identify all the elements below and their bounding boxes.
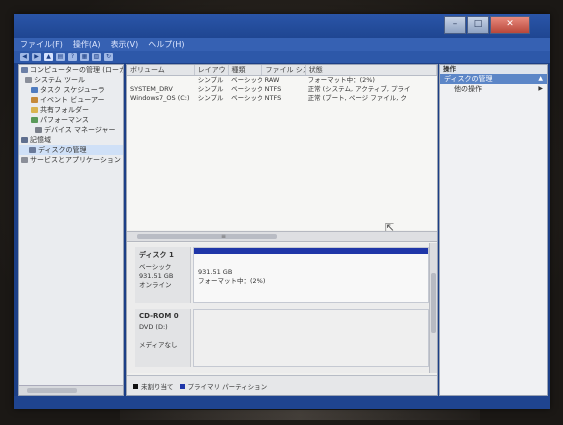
services-icon <box>21 157 28 163</box>
chart-icon <box>31 117 38 123</box>
tree-item-shared-folders[interactable]: 共有フォルダー <box>19 105 123 115</box>
disk-vertical-scrollbar[interactable] <box>429 243 437 373</box>
minimize-icon[interactable]: – <box>444 16 466 34</box>
menu-view[interactable]: 表示(V) <box>111 39 139 50</box>
legend-primary-partition: プライマリ パーティション <box>179 381 267 391</box>
back-icon[interactable]: ◀ <box>20 53 29 61</box>
volume-horizontal-scrollbar[interactable]: ≡ <box>127 231 437 242</box>
disk-graphical-view: ディスク 1 ベーシック 931.51 GB オンライン 931.51 GB フ… <box>127 243 437 373</box>
tools-icon <box>25 77 32 83</box>
scrollbar-thumb[interactable] <box>137 234 277 239</box>
primary-swatch-icon <box>179 383 185 389</box>
column-volume[interactable]: ボリューム <box>127 65 195 75</box>
menu-bar: ファイル(F) 操作(A) 表示(V) ヘルプ(H) <box>14 38 550 51</box>
tree-item-performance[interactable]: パフォーマンス <box>19 115 123 125</box>
table-row[interactable]: Windows7_OS (C:) シンプル ベーシック NTFS 正常 (ブート… <box>127 94 437 103</box>
legend-unallocated: 未割り当て <box>133 381 174 391</box>
close-icon[interactable]: ✕ <box>490 16 530 34</box>
column-layout[interactable]: レイアウト <box>195 65 229 75</box>
folder-icon <box>31 107 38 113</box>
collapse-icon[interactable]: ▲ <box>538 74 543 84</box>
toolbar: ◀ ▶ ▲ ▤ ? ▦ ▧ ↻ <box>14 51 550 63</box>
actions-pane: 操作 ディスクの管理 ▲ 他の操作 ▶ <box>439 64 548 396</box>
event-icon <box>31 97 38 103</box>
tree-item-computer-management[interactable]: コンピューターの管理 (ローカ <box>19 65 123 75</box>
actions-section-disk-management[interactable]: ディスクの管理 ▲ <box>440 74 547 84</box>
partition-legend: 未割り当て プライマリ パーティション <box>127 375 437 395</box>
storage-icon <box>21 137 28 143</box>
disk-icon <box>29 147 36 153</box>
scrollbar-thumb[interactable] <box>27 388 77 393</box>
unallocated-swatch-icon <box>133 383 138 389</box>
column-status[interactable]: 状態 <box>306 65 437 75</box>
properties-icon[interactable]: ▦ <box>80 53 89 61</box>
screen-reflection <box>120 410 480 420</box>
show-tree-icon[interactable]: ▤ <box>56 53 65 61</box>
navigation-tree: コンピューターの管理 (ローカ システム ツール タスク スケジューラ イベント… <box>18 64 124 396</box>
help-icon[interactable]: ? <box>68 53 77 61</box>
window-controls: – □ ✕ <box>443 16 530 34</box>
tree-item-disk-management[interactable]: ディスクの管理 <box>19 145 123 155</box>
tree-item-device-manager[interactable]: デバイス マネージャー <box>19 125 123 135</box>
disk-1-partition[interactable]: 931.51 GB フォーマット中：(2%) <box>193 247 429 303</box>
disk-management-pane: ボリューム レイアウト 種類 ファイル システム 状態 シンプル ベーシック R… <box>126 64 438 396</box>
maximize-icon[interactable]: □ <box>467 16 489 34</box>
column-type[interactable]: 種類 <box>229 65 263 75</box>
volume-list: ボリューム レイアウト 種類 ファイル システム 状態 シンプル ベーシック R… <box>127 65 437 230</box>
volume-list-header: ボリューム レイアウト 種類 ファイル システム 状態 <box>127 65 437 76</box>
cdrom-0-title: CD-ROM 0 <box>139 312 179 320</box>
menu-file[interactable]: ファイル(F) <box>20 39 63 50</box>
up-icon[interactable]: ▲ <box>44 53 53 61</box>
table-row[interactable]: SYSTEM_DRV シンプル ベーシック NTFS 正常 (システム, アクテ… <box>127 85 437 94</box>
scrollbar-thumb[interactable] <box>431 273 436 333</box>
export-icon[interactable]: ▧ <box>92 53 101 61</box>
actions-item-more[interactable]: 他の操作 ▶ <box>440 84 547 94</box>
tree-item-event-viewer[interactable]: イベント ビューアー <box>19 95 123 105</box>
tree-item-services-applications[interactable]: サービスとアプリケーション <box>19 155 123 165</box>
computer-icon <box>21 67 28 73</box>
forward-icon[interactable]: ▶ <box>32 53 41 61</box>
actions-header: 操作 <box>440 65 547 74</box>
chevron-right-icon: ▶ <box>538 85 543 92</box>
column-file-system[interactable]: ファイル システム <box>262 65 306 75</box>
cdrom-0-label[interactable]: CD-ROM 0 DVD (D:) メディアなし <box>135 309 191 367</box>
status-bar <box>14 396 550 409</box>
menu-action[interactable]: 操作(A) <box>73 39 101 50</box>
refresh-icon[interactable]: ↻ <box>104 53 113 61</box>
tree-item-storage[interactable]: 記憶域 <box>19 135 123 145</box>
tree-item-system-tools[interactable]: システム ツール <box>19 75 123 85</box>
table-row[interactable]: シンプル ベーシック RAW フォーマット中：(2%) <box>127 76 437 85</box>
device-icon <box>35 127 42 133</box>
clock-icon <box>31 87 38 93</box>
cdrom-0-area[interactable] <box>193 309 429 367</box>
tree-horizontal-scrollbar[interactable] <box>19 385 123 395</box>
computer-management-window: – □ ✕ ファイル(F) 操作(A) 表示(V) ヘルプ(H) ◀ ▶ ▲ ▤… <box>14 14 550 409</box>
menu-help[interactable]: ヘルプ(H) <box>148 39 184 50</box>
scrollbar-grip-icon: ≡ <box>221 233 227 240</box>
disk-1-label[interactable]: ディスク 1 ベーシック 931.51 GB オンライン <box>135 247 191 303</box>
tree-item-task-scheduler[interactable]: タスク スケジューラ <box>19 85 123 95</box>
disk-1-title: ディスク 1 <box>139 251 174 259</box>
